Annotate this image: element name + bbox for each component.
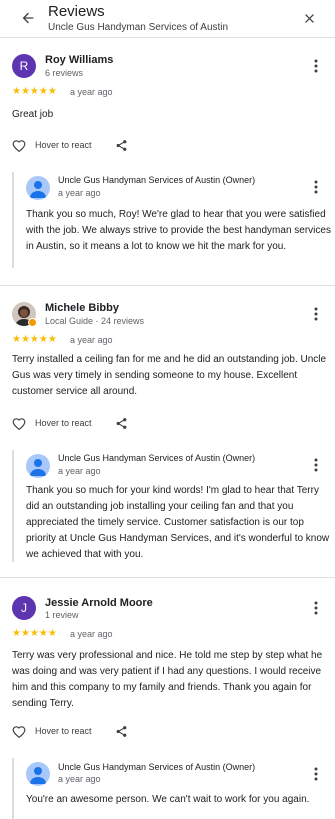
more-vert-icon: [314, 307, 318, 321]
back-button[interactable]: [18, 8, 38, 28]
business-name: Uncle Gus Handyman Services of Austin: [48, 22, 229, 33]
review-text: Great job: [12, 109, 54, 120]
owner-response: Uncle Gus Handyman Services of Austin (O…: [12, 172, 335, 268]
review-text: Terry was very professional and nice. He…: [12, 650, 323, 709]
owner-more-options-button[interactable]: [311, 457, 321, 473]
owner-avatar: [26, 176, 50, 200]
close-icon: [304, 13, 314, 23]
react-row: Hover to react: [12, 137, 92, 153]
more-vert-icon: [314, 180, 318, 194]
person-icon: [30, 459, 46, 476]
share-icon: [116, 139, 126, 151]
react-label: Hover to react: [35, 418, 92, 428]
owner-response: Uncle Gus Handyman Services of Austin (O…: [12, 758, 335, 819]
owner-response-text: Thank you so much, Roy! We're glad to he…: [26, 209, 331, 252]
reviewer-name[interactable]: Jessie Arnold Moore: [45, 597, 153, 609]
owner-avatar: [26, 762, 50, 786]
reviewer-meta: Local Guide · 24 reviews: [45, 316, 145, 326]
heart-icon: [12, 417, 26, 430]
owner-response-date: a year ago: [58, 774, 101, 784]
react-button[interactable]: [12, 724, 26, 738]
review-date: a year ago: [70, 87, 113, 97]
owner-name: Uncle Gus Handyman Services of Austin (O…: [58, 762, 256, 772]
reviewer-name[interactable]: Michele Bibby: [45, 302, 119, 314]
local-guide-badge: [28, 318, 37, 327]
react-label: Hover to react: [35, 140, 92, 150]
react-button[interactable]: [12, 416, 26, 430]
more-vert-icon: [314, 601, 318, 615]
owner-response-date: a year ago: [58, 188, 101, 198]
star-rating: ★★★★★: [12, 334, 57, 345]
share-button[interactable]: [114, 416, 128, 430]
avatar-letter: J: [21, 601, 27, 615]
owner-response-text: Thank you so much for your kind words! I…: [26, 485, 330, 560]
star-rating: ★★★★★: [12, 628, 57, 639]
avatar[interactable]: R: [12, 54, 36, 78]
owner-more-options-button[interactable]: [311, 179, 321, 195]
review-card: Michele Bibby Local Guide · 24 reviews ★…: [0, 286, 335, 577]
heart-icon: [12, 725, 26, 738]
reviewer-meta: 1 review: [45, 610, 79, 620]
share-button[interactable]: [114, 138, 128, 152]
avatar-letter: R: [19, 59, 29, 73]
owner-name: Uncle Gus Handyman Services of Austin (O…: [58, 175, 256, 185]
more-vert-icon: [314, 458, 318, 472]
owner-avatar: [26, 454, 50, 478]
more-options-button[interactable]: [311, 306, 321, 322]
review-date: a year ago: [70, 629, 113, 639]
person-icon: [30, 767, 46, 784]
reviewer-name[interactable]: Roy Williams: [45, 54, 113, 66]
star-rating: ★★★★★: [12, 86, 57, 97]
review-date: a year ago: [70, 335, 113, 345]
owner-more-options-button[interactable]: [311, 766, 321, 782]
close-button[interactable]: [299, 8, 319, 28]
more-options-button[interactable]: [311, 58, 321, 74]
person-icon: [30, 181, 46, 198]
owner-response: Uncle Gus Handyman Services of Austin (O…: [12, 450, 335, 562]
share-icon: [116, 417, 126, 429]
avatar[interactable]: J: [12, 596, 36, 620]
react-row: Hover to react: [12, 415, 92, 431]
reviewer-meta: 6 reviews: [45, 68, 84, 78]
arrow-back-icon: [22, 12, 34, 24]
owner-response-text: You're an awesome person. We can't wait …: [26, 794, 310, 805]
share-button[interactable]: [114, 724, 128, 738]
owner-name: Uncle Gus Handyman Services of Austin (O…: [58, 453, 256, 463]
react-label: Hover to react: [35, 726, 92, 736]
review-text: Terry installed a ceiling fan for me and…: [12, 354, 327, 397]
page-title: Reviews: [48, 3, 105, 20]
share-icon: [116, 725, 126, 737]
review-card: J Jessie Arnold Moore 1 review ★★★★★ a y…: [0, 578, 335, 819]
more-options-button[interactable]: [311, 600, 321, 616]
more-vert-icon: [314, 59, 318, 73]
heart-icon: [12, 139, 26, 152]
more-vert-icon: [314, 767, 318, 781]
owner-response-date: a year ago: [58, 466, 101, 476]
reviews-header: Reviews Uncle Gus Handyman Services of A…: [0, 0, 335, 38]
react-row: Hover to react: [12, 723, 92, 739]
react-button[interactable]: [12, 138, 26, 152]
review-card: R Roy Williams 6 reviews ★★★★★ a year ag…: [0, 38, 335, 285]
